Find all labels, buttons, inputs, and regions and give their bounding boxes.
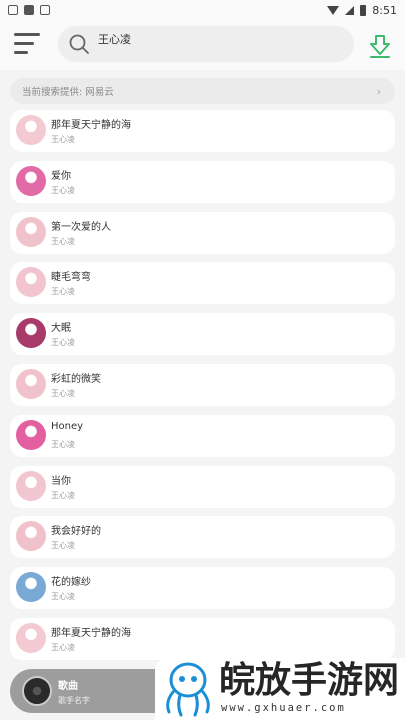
album-cover-image: [16, 419, 46, 450]
search-icon: [69, 34, 89, 54]
song-artist: 王心凌: [51, 643, 75, 652]
song-title: 那年夏天宁静的海: [51, 628, 131, 639]
song-title: 第一次爱的人: [51, 221, 111, 233]
song-list-item[interactable]: 睫毛弯弯 王心凌: [10, 262, 395, 305]
song-list-item[interactable]: 彩虹的微笑 王心凌: [10, 364, 395, 406]
storage-icon: [40, 5, 50, 15]
wifi-icon: [327, 5, 340, 15]
song-title: 睫毛弯弯: [51, 272, 91, 284]
song-list-item[interactable]: 那年夏天宁静的海 王心凌: [10, 110, 395, 152]
song-title: 当你: [51, 475, 71, 487]
song-title: 大眠: [51, 323, 71, 335]
song-list-item[interactable]: 大眠 王心凌: [10, 313, 395, 356]
album-cover-image: [16, 470, 46, 501]
status-left: [8, 5, 50, 15]
song-title: Honey: [51, 420, 84, 432]
album-cover-image: [16, 521, 46, 552]
menu-icon[interactable]: [14, 32, 42, 56]
song-list-item[interactable]: 花的嫁纱 王心凌: [10, 567, 395, 610]
song-title: 爱你: [51, 170, 71, 182]
album-cover-image: [16, 623, 46, 653]
album-cover-image: [16, 115, 46, 145]
album-cover-image: [16, 369, 46, 399]
song-list-item[interactable]: 当你 王心凌: [10, 465, 395, 508]
song-artist: 王心凌: [51, 490, 75, 500]
player-song-title: 歌曲: [58, 681, 78, 692]
song-artist: 王心凌: [51, 287, 75, 297]
song-artist: 王心凌: [51, 541, 75, 551]
album-cover-image: [16, 216, 46, 247]
watermark-url: www.gxhuaer.com: [221, 702, 346, 714]
song-artist: 王心凌: [51, 135, 75, 144]
song-title: 那年夏天宁静的海: [51, 120, 131, 131]
song-list-item[interactable]: 爱你 王心凌: [10, 160, 395, 203]
song-list-item[interactable]: 第一次爱的人 王心凌: [10, 211, 395, 254]
signal-icon: [345, 5, 355, 15]
song-title: 花的嫁纱: [51, 577, 91, 589]
song-artist: 王心凌: [51, 592, 75, 602]
status-bar: 8:51: [0, 0, 405, 20]
song-list-item[interactable]: Honey 王心凌: [10, 414, 395, 457]
status-time: 8:51: [372, 3, 397, 17]
search-source-label: 当前搜索提供: 网易云: [22, 87, 114, 98]
octopus-logo-icon: [166, 662, 210, 717]
album-cover-image: [16, 318, 46, 349]
search-input[interactable]: 王心凌: [58, 26, 354, 62]
app-notification-icon: [24, 5, 34, 15]
song-artist: 王心凌: [51, 338, 75, 348]
song-list-item[interactable]: 我会好好的 王心凌: [10, 516, 395, 559]
song-artist: 王心凌: [51, 236, 75, 246]
watermark: 皖放手游网 www.gxhuaer.com: [155, 658, 405, 720]
song-list-item[interactable]: 那年夏天宁静的海 王心凌: [10, 618, 395, 660]
album-cover-image: [16, 165, 46, 196]
song-artist: 王心凌: [51, 439, 75, 449]
album-cover-image: [16, 267, 46, 298]
notification-icon: [8, 5, 18, 15]
watermark-title: 皖放手游网: [219, 660, 400, 701]
player-artist-name: 歌手名字: [58, 696, 90, 705]
album-disc-icon: [22, 676, 52, 706]
header: 王心凌: [0, 20, 405, 70]
song-title: 我会好好的: [51, 526, 101, 538]
song-title: 彩虹的微笑: [51, 374, 101, 385]
download-icon[interactable]: [368, 34, 392, 58]
search-source-bar[interactable]: 当前搜索提供: 网易云 ›: [10, 78, 395, 104]
song-artist: 王心凌: [51, 185, 75, 195]
search-query: 王心凌: [98, 33, 131, 46]
chevron-right-icon: ›: [376, 84, 381, 98]
album-cover-image: [16, 572, 46, 603]
battery-icon: [360, 4, 367, 16]
status-right: 8:51: [327, 4, 397, 17]
song-artist: 王心凌: [51, 389, 75, 398]
